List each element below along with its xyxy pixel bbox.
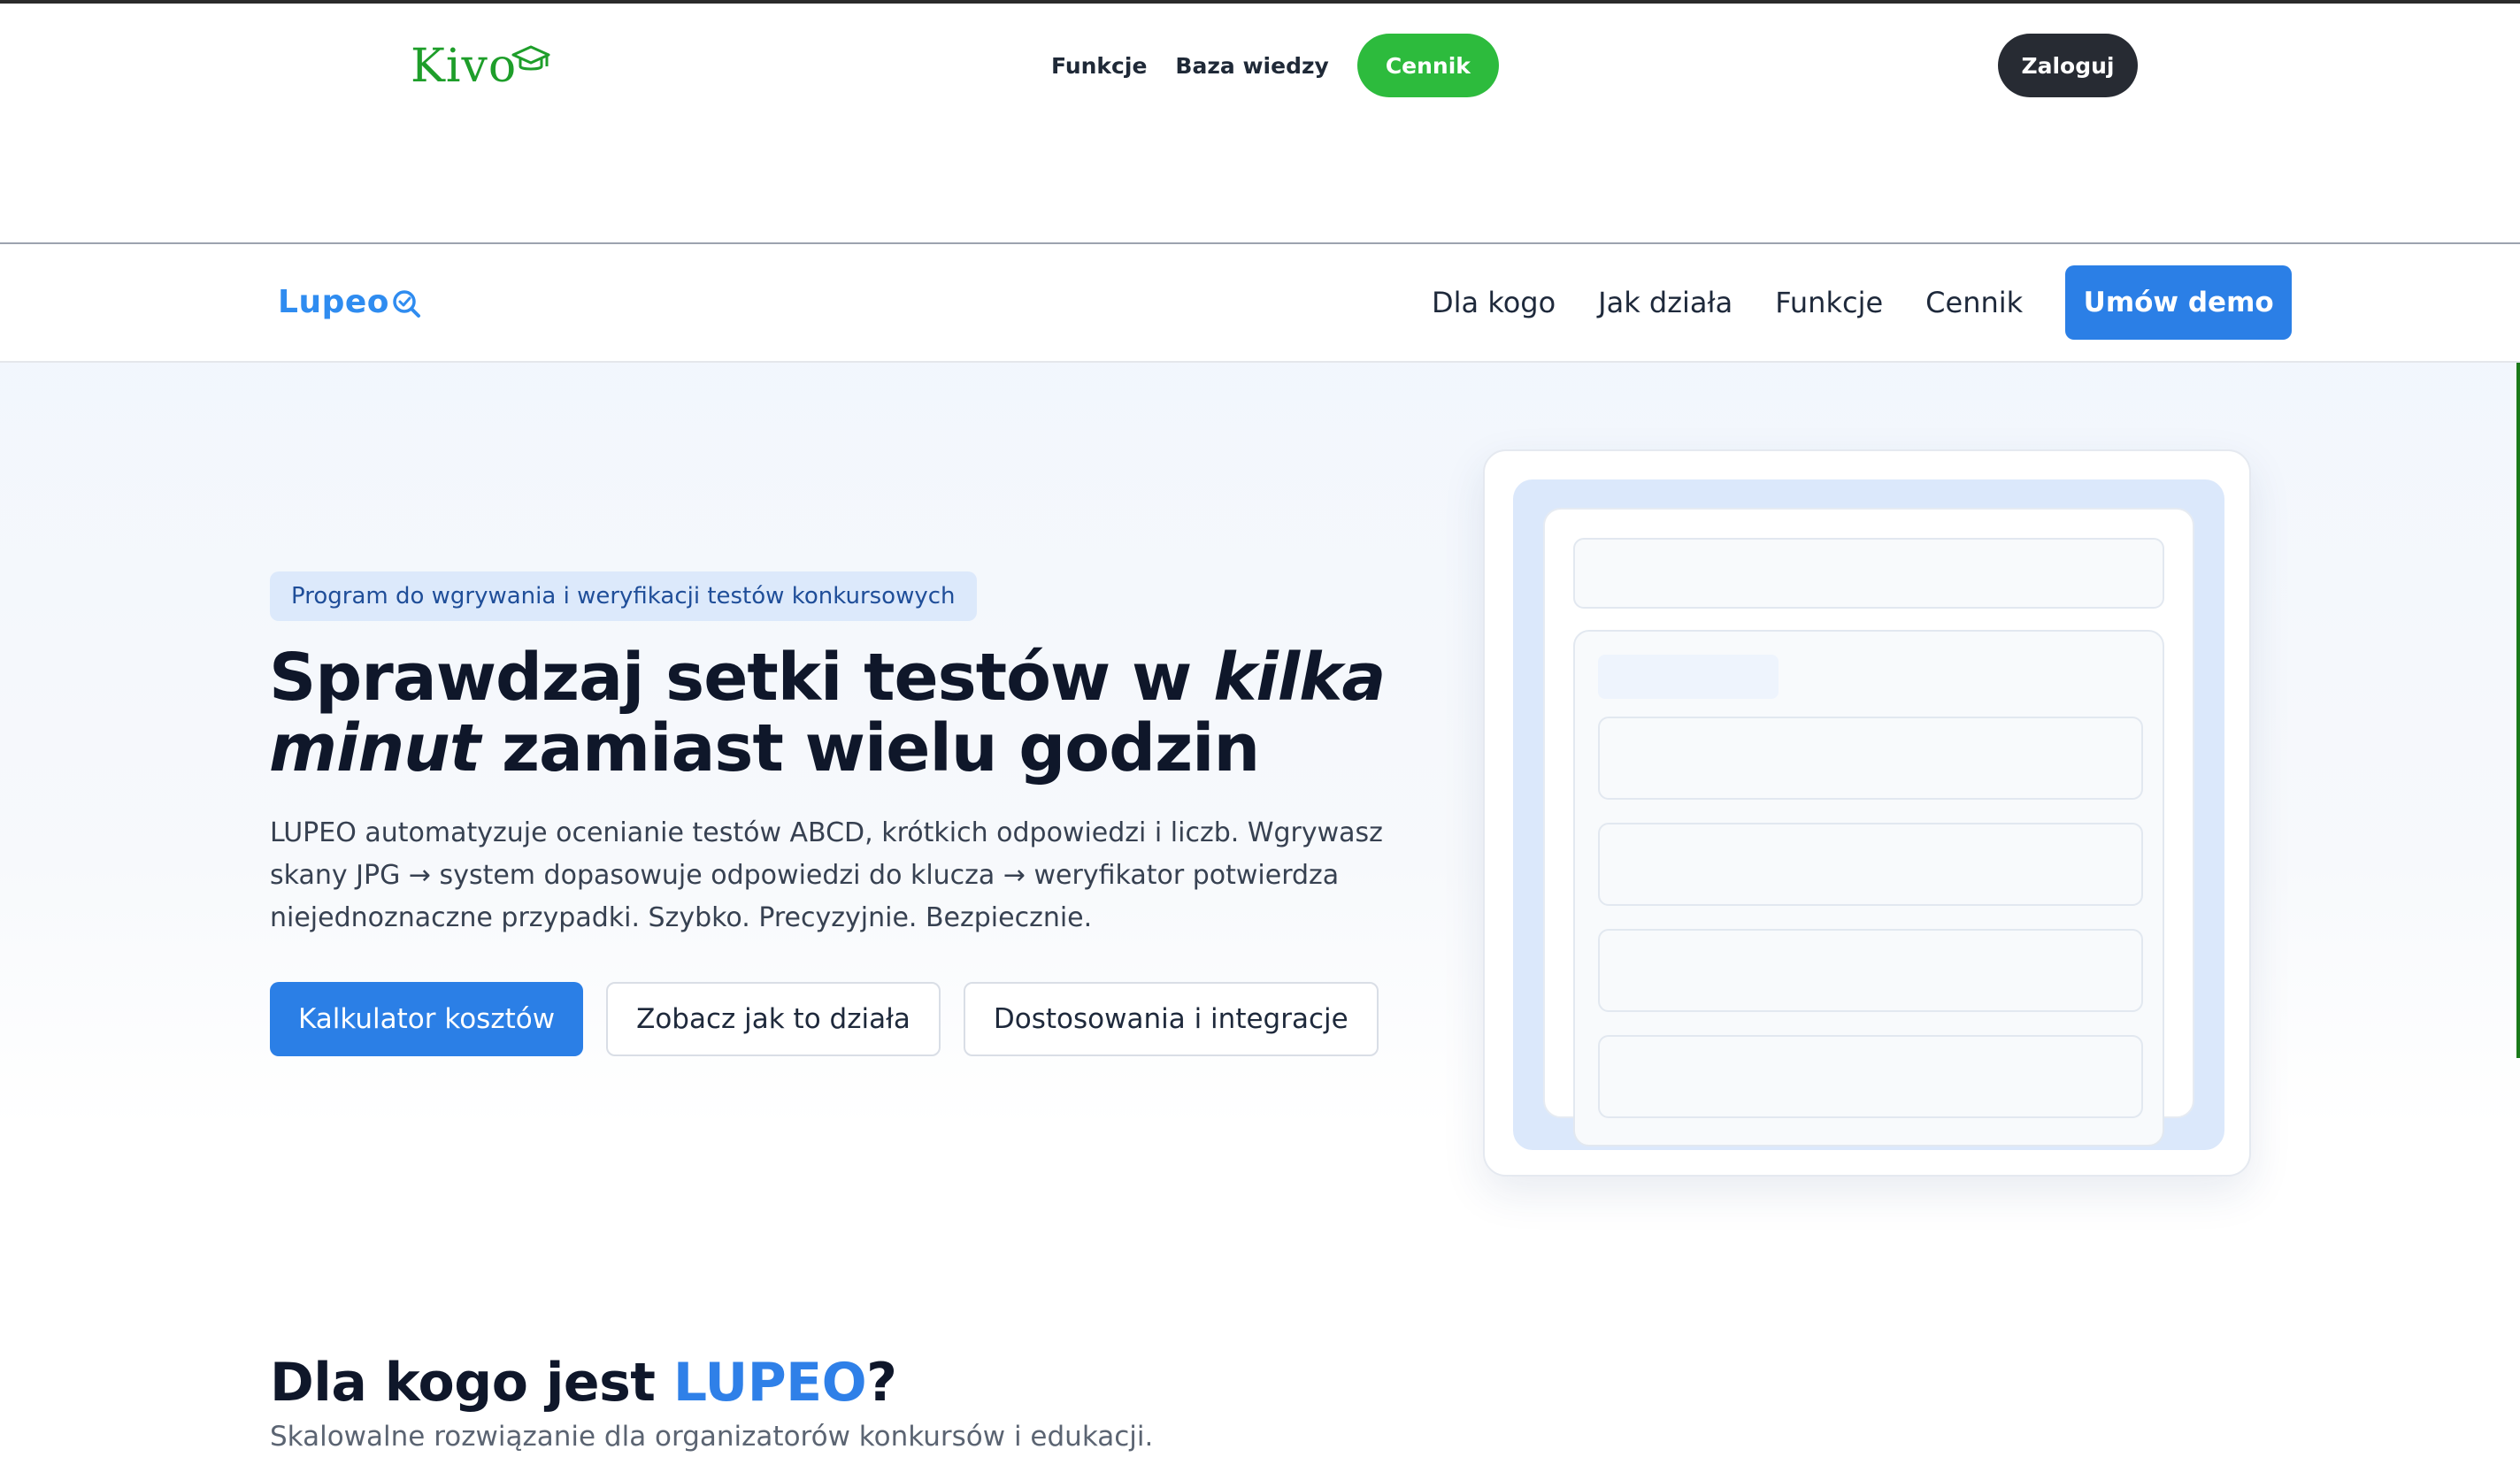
- mockup-backdrop: [1513, 479, 2224, 1150]
- lupeo-header: Lupeo Dla kogo Jak działa Funkcje Cennik…: [0, 244, 2520, 363]
- kivo-nav: Funkcje Baza wiedzy Cennik: [1051, 34, 1499, 97]
- hero-title-part1: Sprawdzaj setki testów w: [269, 640, 1214, 716]
- cost-calculator-button[interactable]: Kalkulator kosztów: [270, 982, 584, 1056]
- section-title-accent: LUPEO: [672, 1352, 867, 1414]
- lupeo-logo[interactable]: Lupeo: [278, 280, 421, 324]
- how-it-works-button[interactable]: Zobacz jak to działa: [606, 982, 941, 1056]
- mockup-row-placeholder: [1598, 717, 2143, 800]
- lupeo-page-frame: Lupeo Dla kogo Jak działa Funkcje Cennik…: [0, 242, 2520, 1457]
- graduation-cap-icon: [511, 45, 550, 71]
- mockup-row-placeholder: [1598, 929, 2143, 1012]
- hero-title: Sprawdzaj setki testów w kilka minut zami…: [269, 642, 1455, 784]
- mockup-window: [1543, 508, 2194, 1146]
- hero-buttons: Kalkulator kosztów Zobacz jak to działa …: [270, 982, 1379, 1056]
- nav-dla-kogo[interactable]: Dla kogo: [1432, 286, 1556, 319]
- kivo-login-button[interactable]: Zaloguj: [1998, 34, 2138, 97]
- kivo-logo[interactable]: Kivo: [411, 35, 550, 97]
- customization-integrations-button[interactable]: Dostosowania i integracje: [963, 982, 1379, 1056]
- kivo-logo-text: Kivo: [411, 40, 518, 93]
- hero-title-part2: zamiast wielu godzin: [480, 710, 1260, 786]
- mockup-row-placeholder: [1598, 1035, 2143, 1118]
- lupeo-logo-text: Lupeo: [278, 283, 389, 320]
- book-demo-button[interactable]: Umów demo: [2065, 265, 2293, 340]
- kivo-nav-funkcje[interactable]: Funkcje: [1051, 53, 1147, 79]
- section-subtitle: Skalowalne rozwiązanie dla organizatorów…: [270, 1421, 1154, 1453]
- kivo-top-bar: Kivo Funkcje Baza wiedzy Cennik Zaloguj: [0, 0, 2520, 244]
- mockup-toolbar-placeholder: [1573, 538, 2164, 609]
- nav-funkcje[interactable]: Funkcje: [1775, 286, 1883, 319]
- mockup-label-placeholder: [1598, 655, 1779, 699]
- lupeo-nav: Dla kogo Jak działa Funkcje Cennik Umów …: [1432, 265, 2293, 340]
- hero-description: LUPEO automatyzuje ocenianie testów ABCD…: [270, 817, 1383, 933]
- nav-jak-dziala[interactable]: Jak działa: [1598, 286, 1732, 319]
- mockup-row-placeholder: [1598, 823, 2143, 906]
- section-title: Dla kogo jest LUPEO?: [270, 1352, 897, 1414]
- section-title-prefix: Dla kogo jest: [270, 1352, 673, 1414]
- mockup-card: [1573, 630, 2164, 1146]
- section-title-suffix: ?: [866, 1352, 897, 1414]
- magnifier-check-icon: [393, 290, 420, 318]
- app-mockup: [1483, 449, 2251, 1177]
- nav-cennik[interactable]: Cennik: [1925, 286, 2023, 319]
- hero-badge: Program do wgrywania i weryfikacji testó…: [270, 571, 977, 621]
- kivo-nav-baza-wiedzy[interactable]: Baza wiedzy: [1175, 53, 1328, 79]
- frame-scrollbar[interactable]: [2516, 244, 2520, 1058]
- hero-title-em1: kilka: [1213, 640, 1386, 716]
- kivo-pricing-button[interactable]: Cennik: [1356, 34, 1499, 97]
- hero-title-em2: minut: [269, 710, 480, 786]
